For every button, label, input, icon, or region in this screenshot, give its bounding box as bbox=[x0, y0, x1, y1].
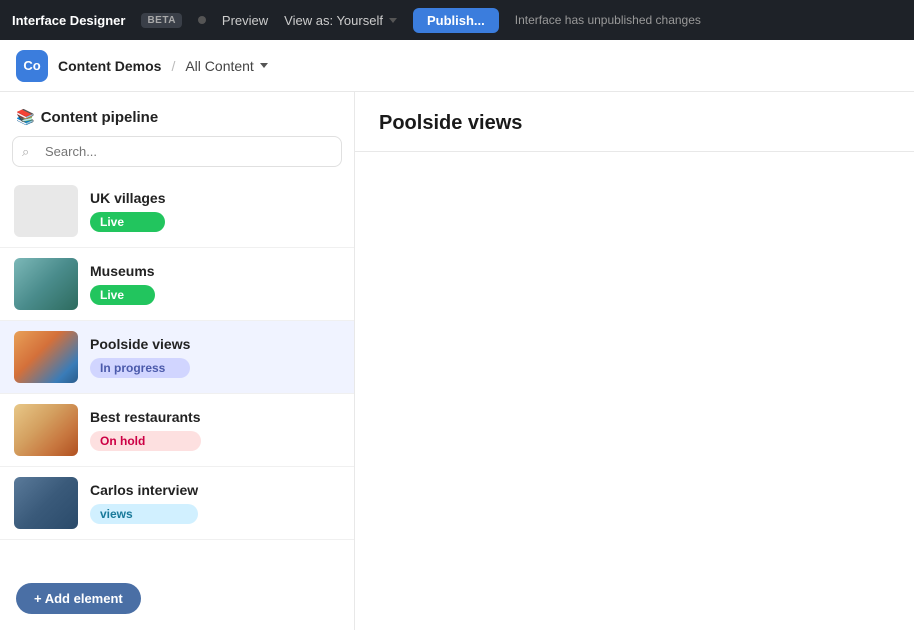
item-title: Museums bbox=[90, 263, 155, 279]
sidebar-header: 📚 Content pipeline bbox=[0, 92, 354, 136]
preview-link[interactable]: Preview bbox=[222, 13, 268, 28]
list-item[interactable]: UK villages Live bbox=[0, 175, 354, 248]
content-title-bar: Poolside views bbox=[355, 92, 914, 152]
view-as-label: View as: Yourself bbox=[284, 13, 383, 28]
breadcrumb-separator: / bbox=[171, 58, 175, 74]
item-info: Poolside views In progress bbox=[90, 336, 190, 378]
app-title: Interface Designer bbox=[12, 13, 125, 28]
list-item[interactable]: Poolside views In progress bbox=[0, 321, 354, 394]
list-item[interactable]: Museums Live bbox=[0, 248, 354, 321]
breadcrumb-nav[interactable]: All Content bbox=[185, 58, 267, 74]
sidebar: 📚 Content pipeline ⌕ UK villages Live Mu… bbox=[0, 92, 355, 630]
item-title: Best restaurants bbox=[90, 409, 201, 425]
breadcrumb-nav-label: All Content bbox=[185, 58, 253, 74]
avatar: Co bbox=[16, 50, 48, 82]
item-info: Carlos interview views bbox=[90, 482, 198, 524]
add-element-button[interactable]: + Add element bbox=[16, 583, 141, 614]
item-info: Best restaurants On hold bbox=[90, 409, 201, 451]
breadcrumb-chevron-icon bbox=[260, 63, 268, 68]
sidebar-title: Content pipeline bbox=[41, 109, 159, 126]
item-thumbnail bbox=[14, 404, 78, 456]
item-info: Museums Live bbox=[90, 263, 155, 305]
item-thumbnail bbox=[14, 258, 78, 310]
status-badge: In progress bbox=[90, 358, 190, 378]
breadcrumb-org: Content Demos bbox=[58, 58, 161, 74]
item-title: UK villages bbox=[90, 190, 165, 206]
item-thumbnail bbox=[14, 477, 78, 529]
view-as-selector[interactable]: View as: Yourself bbox=[284, 13, 397, 28]
main-content-area: Poolside views bbox=[355, 92, 914, 630]
chevron-down-icon bbox=[389, 18, 397, 23]
status-badge: Live bbox=[90, 212, 165, 232]
item-info: UK villages Live bbox=[90, 190, 165, 232]
pipeline-icon: 📚 bbox=[16, 108, 35, 126]
item-title: Poolside views bbox=[90, 336, 190, 352]
item-title: Carlos interview bbox=[90, 482, 198, 498]
item-thumbnail bbox=[14, 331, 78, 383]
status-badge: On hold bbox=[90, 431, 201, 451]
item-thumbnail bbox=[14, 185, 78, 237]
status-badge: views bbox=[90, 504, 198, 524]
search-input[interactable] bbox=[12, 136, 342, 167]
beta-badge: BETA bbox=[141, 13, 181, 28]
status-badge: Live bbox=[90, 285, 155, 305]
list-item[interactable]: Carlos interview views bbox=[0, 467, 354, 540]
search-icon: ⌕ bbox=[22, 144, 29, 160]
top-navbar: Interface Designer BETA Preview View as:… bbox=[0, 0, 914, 40]
list-item[interactable]: Best restaurants On hold bbox=[0, 394, 354, 467]
page-title: Poolside views bbox=[379, 112, 890, 135]
main-layout: 📚 Content pipeline ⌕ UK villages Live Mu… bbox=[0, 92, 914, 630]
content-list: UK villages Live Museums Live Poolside v… bbox=[0, 175, 354, 630]
search-bar: ⌕ bbox=[12, 136, 342, 167]
status-dot bbox=[198, 16, 206, 24]
unpublished-message: Interface has unpublished changes bbox=[515, 13, 701, 27]
breadcrumb-bar: Co Content Demos / All Content bbox=[0, 40, 914, 92]
publish-button[interactable]: Publish... bbox=[413, 8, 499, 33]
